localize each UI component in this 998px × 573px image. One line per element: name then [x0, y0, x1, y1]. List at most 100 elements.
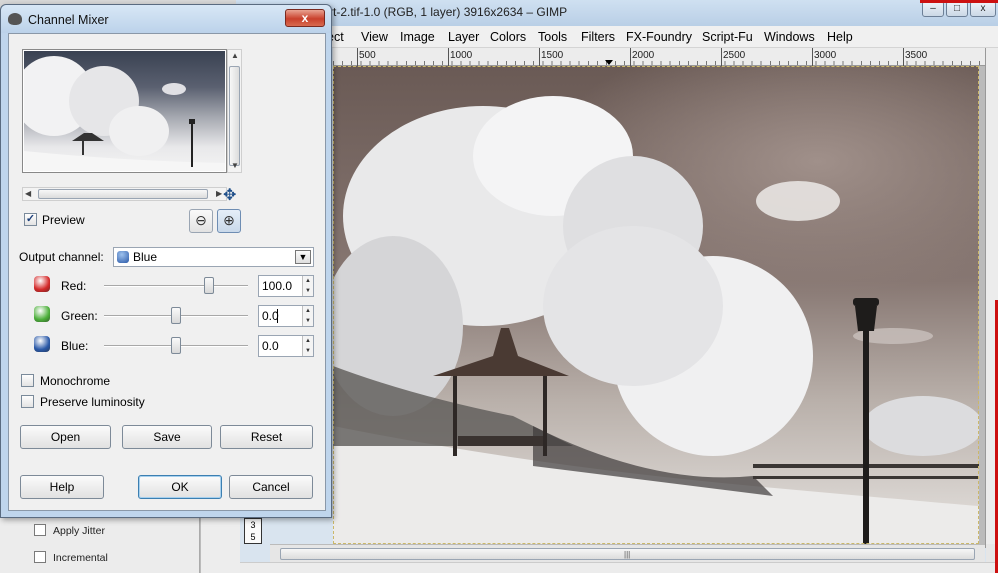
ruler-pointer-marker — [605, 60, 613, 65]
chevron-down-icon[interactable]: ▼ — [295, 250, 311, 264]
dialog-title: Channel Mixer — [28, 13, 109, 27]
green-label: Green: — [61, 309, 98, 323]
preview-vertical-scrollbar[interactable]: ▲ ▼ — [227, 49, 242, 173]
red-slider-thumb[interactable] — [204, 277, 215, 294]
scroll-up-icon[interactable]: ▲ — [231, 51, 239, 60]
ruler-label: 2000 — [632, 50, 655, 61]
menu-script-fu[interactable]: Script-Fu — [702, 30, 753, 44]
menu-help[interactable]: Help — [827, 30, 853, 44]
menu-view[interactable]: View — [361, 30, 388, 44]
gimp-statusbar — [240, 562, 998, 573]
ruler-tick — [448, 48, 449, 66]
scroll-down-icon[interactable]: ▼ — [231, 161, 239, 170]
help-button[interactable]: Help — [20, 475, 104, 499]
infrared-park-photo — [333, 66, 979, 544]
zoom-out-button[interactable]: ⊖ — [189, 209, 213, 233]
reset-button[interactable]: Reset — [220, 425, 313, 449]
spin-arrows-icon[interactable]: ▲ ▼ — [302, 336, 313, 356]
scroll-left-icon[interactable]: ◀ — [25, 189, 31, 198]
output-channel-select[interactable]: Blue ▼ — [113, 247, 314, 267]
red-spinbutton[interactable]: 100.0 ▲ ▼ — [258, 275, 314, 297]
red-label: Red: — [61, 279, 87, 293]
red-slider[interactable] — [104, 285, 248, 287]
gimp-menubar: ect View Image Layer Colors Tools Filter… — [236, 26, 998, 48]
preview-horizontal-scrollbar[interactable]: ◀ ▶ — [22, 187, 227, 201]
maximize-button[interactable]: □ — [946, 1, 968, 17]
ruler-label: 2500 — [723, 50, 746, 61]
preserve-luminosity-label: Preserve luminosity — [40, 395, 145, 409]
preview-area[interactable] — [22, 49, 227, 173]
ruler-label: 1000 — [450, 50, 473, 61]
ruler-label: 1500 — [541, 50, 564, 61]
blue-slider-thumb[interactable] — [171, 337, 181, 354]
blue-channel-icon — [34, 336, 50, 352]
spin-arrows-icon[interactable]: ▲ ▼ — [302, 276, 313, 296]
gimp-window-title: rt-2.tif-1.0 (RGB, 1 layer) 3916x2634 – … — [329, 5, 568, 19]
grip-icon: ||| — [624, 550, 631, 559]
scroll-right-icon[interactable]: ▶ — [216, 189, 222, 198]
text-caret — [277, 309, 278, 323]
window-edge-highlight — [920, 0, 998, 3]
ruler-label: 500 — [359, 50, 376, 61]
zoom-out-icon: ⊖ — [195, 212, 207, 228]
green-channel-icon — [34, 306, 50, 322]
preserve-luminosity-checkbox[interactable] — [21, 395, 34, 408]
layer-thumbnail[interactable]: 3 5 — [244, 518, 262, 544]
zoom-in-icon: ⊕ — [223, 212, 235, 228]
dialog-titlebar[interactable]: Channel Mixer x — [1, 5, 331, 33]
monochrome-label: Monochrome — [40, 374, 111, 388]
menu-colors[interactable]: Colors — [490, 30, 526, 44]
ok-button[interactable]: OK — [138, 475, 222, 499]
preview-image — [23, 51, 225, 171]
red-channel-icon — [34, 276, 50, 292]
blue-spinbutton[interactable]: 0.0 ▲ ▼ — [258, 335, 314, 357]
green-spinbutton[interactable]: 0.0 ▲ ▼ — [258, 305, 314, 327]
ruler-label: 3000 — [814, 50, 837, 61]
preview-checkbox[interactable]: ✓ — [24, 213, 37, 226]
ruler-tick — [630, 48, 631, 66]
preview-label: Preview — [42, 213, 85, 227]
spin-arrows-icon[interactable]: ▲ ▼ — [302, 306, 313, 326]
red-value[interactable]: 100.0 — [262, 279, 292, 293]
ruler-tick — [357, 48, 358, 66]
menu-image[interactable]: Image — [400, 30, 435, 44]
menu-filters[interactable]: Filters — [581, 30, 615, 44]
minimize-button[interactable]: – — [922, 1, 944, 17]
canvas-horizontal-scrollbar[interactable]: ||| — [270, 544, 985, 562]
monochrome-checkbox[interactable] — [21, 374, 34, 387]
blue-channel-icon — [117, 251, 129, 263]
preview-vscroll-thumb[interactable] — [229, 66, 240, 166]
apply-jitter-label: Apply Jitter — [53, 525, 105, 537]
preview-image-content — [23, 56, 225, 171]
ruler-tick — [721, 48, 722, 66]
save-button[interactable]: Save — [122, 425, 212, 449]
channel-mixer-dialog: Channel Mixer x ▲ ▼ ◀ ▶ ✥ ✓ Preview ⊖ ⊕ … — [0, 4, 332, 518]
menu-fx-foundry[interactable]: FX-Foundry — [626, 30, 692, 44]
image-canvas[interactable] — [333, 66, 985, 544]
layers-dock-edge — [200, 513, 240, 573]
blue-label: Blue: — [61, 339, 89, 353]
output-channel-label: Output channel: — [19, 250, 104, 264]
open-button[interactable]: Open — [20, 425, 111, 449]
horizontal-ruler[interactable]: 500 1000 1500 2000 2500 3000 3500 — [333, 48, 985, 66]
navigate-move-icon[interactable]: ✥ — [223, 185, 236, 205]
gimp-titlebar: rt-2.tif-1.0 (RGB, 1 layer) 3916x2634 – … — [236, 0, 998, 26]
green-slider-thumb[interactable] — [171, 307, 181, 324]
blue-value[interactable]: 0.0 — [262, 339, 279, 353]
apply-jitter-checkbox[interactable] — [34, 524, 46, 536]
menu-tools[interactable]: Tools — [538, 30, 567, 44]
preview-hscroll-thumb[interactable] — [38, 189, 208, 199]
output-channel-value: Blue — [133, 250, 158, 264]
close-window-button[interactable]: x — [970, 1, 996, 17]
dialog-close-button[interactable]: x — [285, 9, 325, 27]
zoom-in-button[interactable]: ⊕ — [217, 209, 241, 233]
incremental-checkbox[interactable] — [34, 551, 46, 563]
ruler-tick — [903, 48, 904, 66]
gimp-wilber-icon — [8, 13, 22, 25]
menu-layer[interactable]: Layer — [448, 30, 479, 44]
canvas-scroll-thumb[interactable]: ||| — [280, 548, 975, 560]
cancel-button[interactable]: Cancel — [229, 475, 313, 499]
dialog-body: ▲ ▼ ◀ ▶ ✥ ✓ Preview ⊖ ⊕ Output channel: … — [8, 33, 326, 511]
menu-windows[interactable]: Windows — [764, 30, 815, 44]
photo-content — [333, 96, 979, 544]
